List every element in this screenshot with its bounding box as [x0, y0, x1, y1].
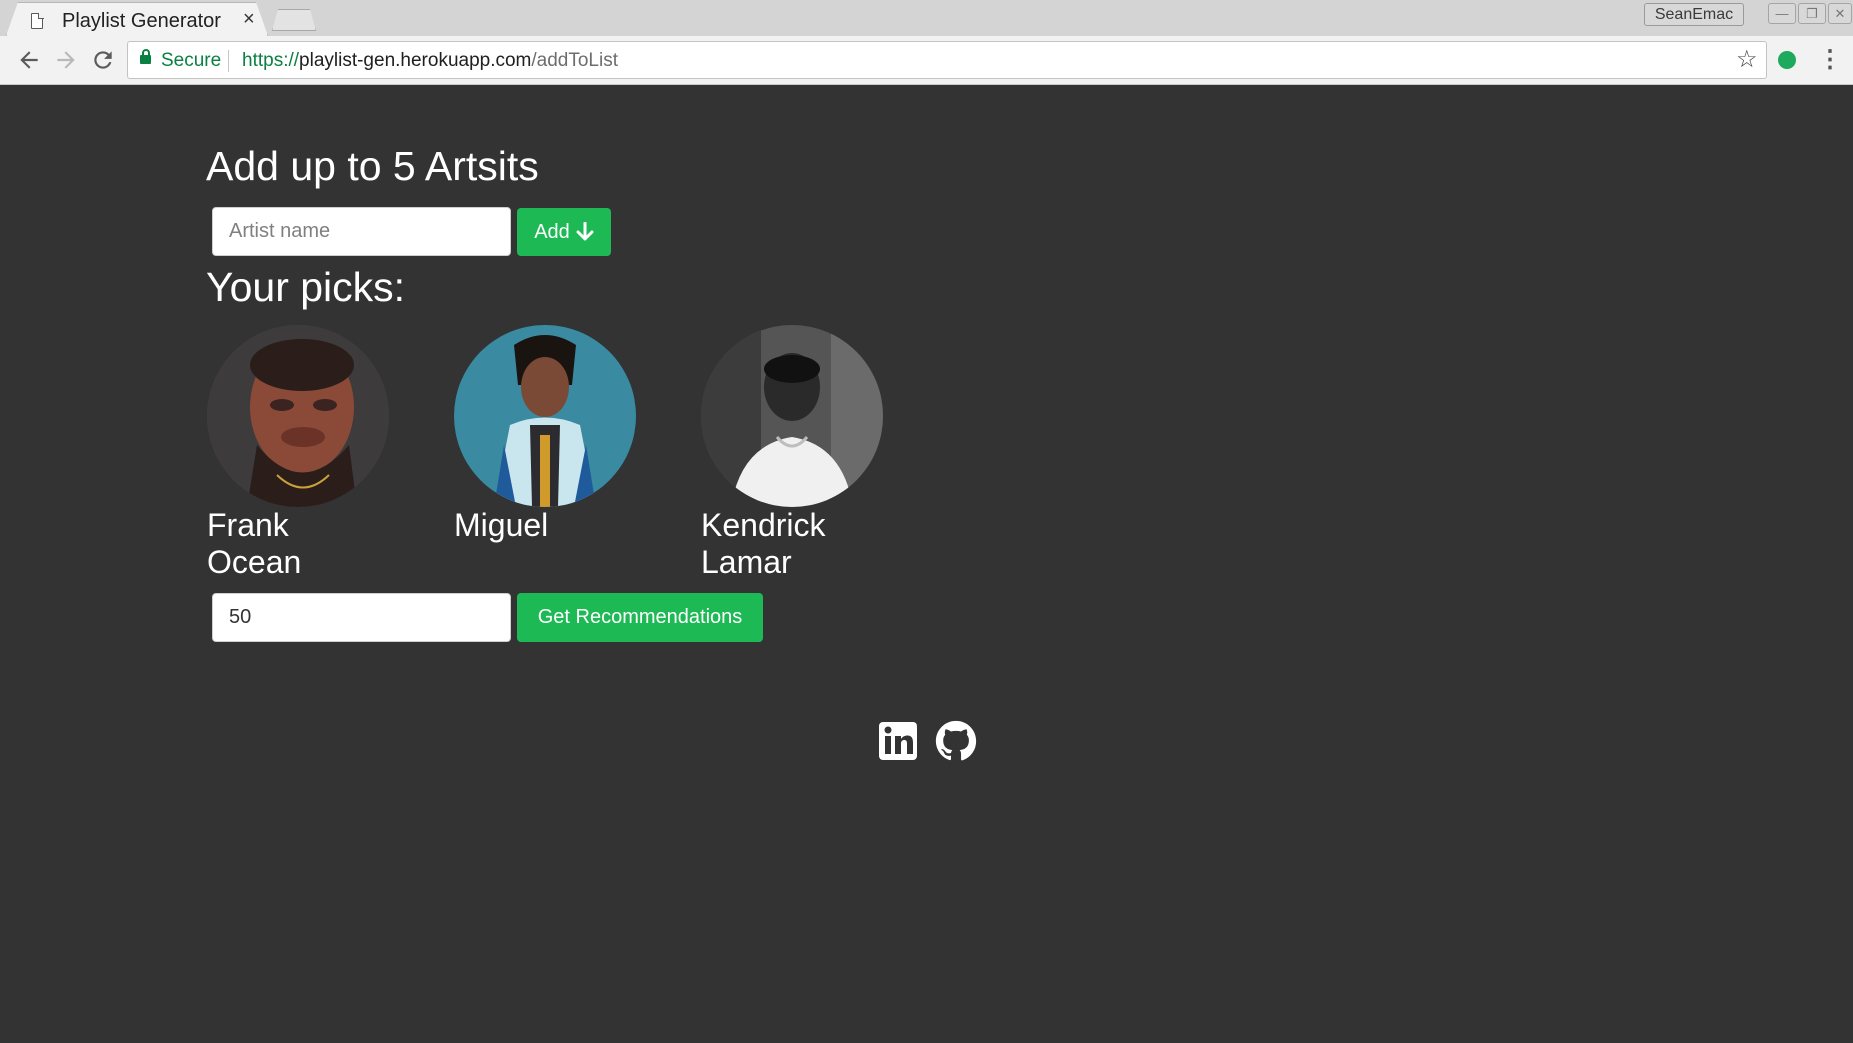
- extension-icon[interactable]: [1778, 51, 1796, 69]
- song-count-input[interactable]: [212, 593, 511, 642]
- url-path: /addToList: [531, 50, 619, 71]
- artist-name: Frank Ocean: [207, 507, 302, 580]
- close-tab-icon[interactable]: ×: [243, 8, 255, 30]
- browser-tab[interactable]: Playlist Generator ×: [6, 2, 268, 36]
- artist-photo: [207, 325, 389, 507]
- artist-photo: [701, 325, 883, 507]
- secure-label: Secure: [161, 50, 222, 71]
- bookmark-star-icon[interactable]: ☆: [1736, 47, 1758, 73]
- page-icon: [31, 12, 44, 29]
- divider: [228, 50, 229, 72]
- url-host: playlist-gen.herokuapp.com: [299, 50, 532, 71]
- address-bar[interactable]: Secure https://playlist-gen.herokuapp.co…: [127, 41, 1767, 79]
- restore-icon[interactable]: ❐: [1798, 3, 1826, 24]
- reload-icon[interactable]: [90, 47, 116, 73]
- artist-name-input[interactable]: [212, 207, 511, 256]
- artist-card[interactable]: Miguel: [454, 325, 644, 544]
- arrow-down-icon: [576, 222, 594, 241]
- minimize-icon[interactable]: —: [1768, 3, 1796, 24]
- add-artist-button[interactable]: Add: [517, 208, 611, 256]
- lock-icon: [140, 49, 151, 64]
- artist-name: Miguel: [454, 507, 549, 543]
- artist-photo: [454, 325, 636, 507]
- url-text[interactable]: https://playlist-gen.herokuapp.com/addTo…: [242, 50, 618, 72]
- artist-card[interactable]: Kendrick Lamar: [701, 325, 891, 581]
- profile-button[interactable]: SeanEmac: [1644, 3, 1744, 26]
- back-icon[interactable]: [16, 47, 42, 73]
- tab-title: Playlist Generator: [62, 10, 221, 32]
- add-button-label: Add: [534, 220, 570, 243]
- page-title: Add up to 5 Artsits: [206, 143, 539, 189]
- github-icon[interactable]: [935, 720, 977, 762]
- url-scheme: https://: [242, 50, 300, 71]
- get-recommendations-button[interactable]: Get Recommendations: [517, 593, 763, 642]
- linkedin-icon[interactable]: [877, 720, 919, 762]
- browser-menu-icon[interactable]: ⋮: [1818, 47, 1842, 73]
- forward-icon[interactable]: [53, 47, 79, 73]
- new-tab-button[interactable]: [272, 9, 316, 31]
- artist-name: Kendrick Lamar: [701, 507, 826, 580]
- browser-titlebar: Playlist Generator × SeanEmac — ❐ ✕: [0, 0, 1853, 36]
- close-window-icon[interactable]: ✕: [1828, 3, 1852, 24]
- artist-card[interactable]: Frank Ocean: [207, 325, 397, 581]
- picks-heading: Your picks:: [206, 264, 406, 310]
